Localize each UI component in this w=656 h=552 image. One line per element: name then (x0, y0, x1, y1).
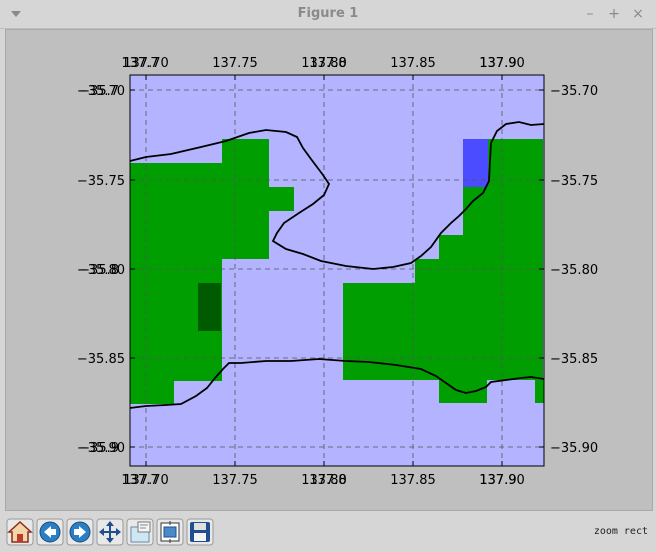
x-tick-label-bottom-overlap: 137.8 (309, 473, 346, 488)
x-tick-label-top-overlap: 137.7 (121, 56, 158, 71)
maximize-button[interactable]: + (604, 4, 624, 24)
zoom-button[interactable] (126, 518, 154, 546)
figure-canvas[interactable]: 137.70 137.75 137.80 137.85 137.90 137.7… (5, 29, 653, 511)
back-button[interactable] (36, 518, 64, 546)
save-button[interactable] (186, 518, 214, 546)
y-tick-label-right: −35.90 (550, 441, 598, 456)
pan-button[interactable] (96, 518, 124, 546)
x-tick-label-top-overlap: 137.8 (309, 56, 346, 71)
dark-land-cell (198, 283, 221, 331)
window-title: Figure 1 (297, 6, 359, 21)
forward-button[interactable] (66, 518, 94, 546)
y-tick-label-right: −35.85 (550, 352, 598, 367)
y-tick-labels-right: −35.70 −35.75 −35.80 −35.85 −35.90 (550, 84, 598, 456)
y-tick-label-right: −35.70 (550, 84, 598, 99)
x-tick-labels-top: 137.70 137.75 137.80 137.85 137.90 137.7… (121, 56, 524, 71)
zoom-icon (126, 518, 154, 546)
subplots-icon (156, 518, 184, 546)
x-tick-label-top: 137.75 (212, 56, 258, 71)
forward-icon (66, 518, 94, 546)
back-icon (36, 518, 64, 546)
home-icon (6, 518, 34, 546)
y-tick-label-left: −35.85 (77, 352, 125, 367)
status-text: zoom rect (593, 526, 648, 537)
save-icon (186, 518, 214, 546)
x-tick-label-bottom: 137.85 (390, 473, 436, 488)
x-tick-label-bottom-overlap: 137.9 (479, 473, 516, 488)
y-tick-label-right: −35.80 (550, 263, 598, 278)
x-tick-labels-bottom: 137.70 137.75 137.80 137.85 137.90 137.7… (121, 473, 524, 488)
y-tick-label-left-overlap: −35.8 (79, 263, 119, 278)
minimize-button[interactable]: – (580, 4, 600, 24)
map-axes[interactable]: 137.70 137.75 137.80 137.85 137.90 137.7… (77, 56, 598, 488)
title-bar: Figure 1 – + × (0, 0, 656, 29)
x-tick-label-bottom-overlap: 137.7 (121, 473, 158, 488)
y-tick-label-right: −35.75 (550, 174, 598, 189)
close-button[interactable]: × (628, 4, 648, 24)
y-tick-labels-left: −35.70 −35.75 −35.80 −35.85 −35.90 −35.7… (77, 84, 125, 456)
x-tick-label-top-overlap: 137.9 (479, 56, 516, 71)
subplots-button[interactable] (156, 518, 184, 546)
home-button[interactable] (6, 518, 34, 546)
pan-icon (96, 518, 124, 546)
navigation-toolbar: zoom rect (0, 512, 656, 552)
map-figure[interactable]: 137.70 137.75 137.80 137.85 137.90 137.7… (6, 30, 652, 510)
y-tick-label-left-overlap: −35.9 (79, 441, 119, 456)
y-tick-label-left: −35.75 (77, 174, 125, 189)
y-tick-label-left-overlap: −35.7 (79, 84, 119, 99)
x-tick-label-bottom: 137.75 (212, 473, 258, 488)
x-tick-label-top: 137.85 (390, 56, 436, 71)
